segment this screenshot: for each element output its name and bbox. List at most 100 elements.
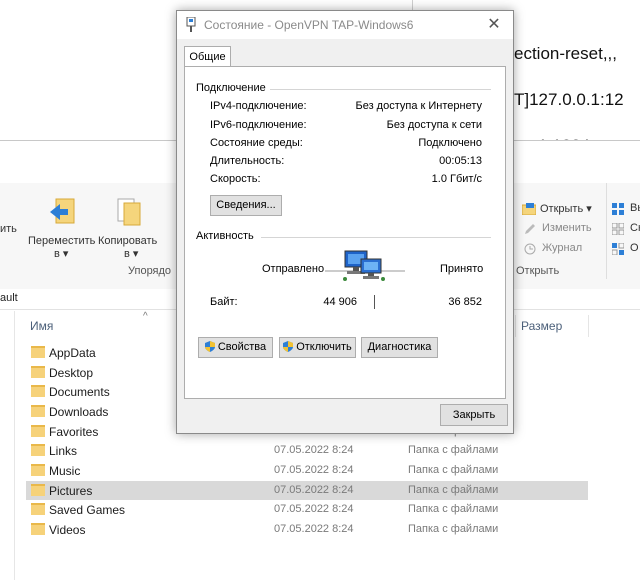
disconnect-button[interactable]: Отключить xyxy=(279,337,356,358)
file-name: Saved Games xyxy=(49,503,126,517)
folder-icon xyxy=(31,385,45,397)
select-none-button[interactable]: Сн xyxy=(612,221,640,237)
file-name: Videos xyxy=(49,523,86,537)
edit-label: Изменить xyxy=(542,222,592,234)
bytes-received-value: 36 852 xyxy=(448,296,482,308)
file-type: Папка с файлами xyxy=(408,484,499,496)
move-to-icon xyxy=(50,198,75,224)
file-name: AppData xyxy=(49,346,96,360)
activity-separator xyxy=(374,295,375,309)
open-button[interactable]: Открыть ▾ xyxy=(522,201,602,217)
background-text-line-2: T]127.0.0.1:12 xyxy=(514,90,624,109)
duration-value: 00:05:13 xyxy=(439,155,482,167)
move-to-sub: в ▾ xyxy=(54,248,69,260)
ipv4-value: Без доступа к Интернету xyxy=(355,100,482,112)
file-type: Папка с файлами xyxy=(408,464,499,476)
invert-selection-label: О xyxy=(630,242,639,254)
file-name: Music xyxy=(49,464,81,478)
sort-up-icon: ^ xyxy=(143,311,148,322)
speed-label: Скорость: xyxy=(210,173,261,185)
folder-icon xyxy=(31,366,45,378)
table-row-selected[interactable]: Pictures 07.05.2022 8:24 Папка с файлами xyxy=(26,481,588,500)
open-label: Открыть ▾ xyxy=(540,203,592,215)
invert-selection-icon xyxy=(612,243,624,255)
bytes-label: Байт: xyxy=(210,296,238,308)
file-name: Documents xyxy=(49,385,110,399)
table-row[interactable]: Music 07.05.2022 8:24 Папка с файлами xyxy=(26,461,588,480)
file-name: Downloads xyxy=(49,405,109,419)
file-date: 07.05.2022 8:24 xyxy=(274,444,354,456)
connection-status-dialog: Состояние - OpenVPN TAP-Windows6 ✕ Общие… xyxy=(176,10,514,434)
file-date: 07.05.2022 8:24 xyxy=(274,464,354,476)
dialog-titlebar[interactable]: Состояние - OpenVPN TAP-Windows6 ✕ xyxy=(177,11,513,39)
disconnect-label: Отключить xyxy=(296,341,352,353)
duration-label: Длительность: xyxy=(210,155,285,167)
table-row[interactable]: Links 07.05.2022 8:24 Папка с файлами xyxy=(26,441,588,460)
file-type: Папка с файлами xyxy=(408,503,499,515)
uac-shield-icon xyxy=(283,341,294,352)
connection-group-title: Подключение xyxy=(196,82,270,94)
column-header-name[interactable]: Имя xyxy=(30,319,53,333)
ipv6-label: IPv6-подключение: xyxy=(210,119,307,131)
copy-to-button[interactable]: Копировать в ▾ xyxy=(98,183,166,263)
file-name: Favorites xyxy=(49,425,99,439)
file-name: Pictures xyxy=(49,484,93,498)
bytes-sent-value: 44 906 xyxy=(323,296,357,308)
table-row[interactable]: Videos 07.05.2022 8:24 Папка с файлами xyxy=(26,520,588,539)
group-divider xyxy=(261,237,491,238)
folder-icon xyxy=(31,503,45,515)
tab-general[interactable]: Общие xyxy=(184,46,231,68)
table-row[interactable]: Saved Games 07.05.2022 8:24 Папка с файл… xyxy=(26,500,588,519)
network-adapter-icon xyxy=(186,17,196,32)
move-to-label: Переместить xyxy=(28,235,96,247)
select-none-label: Сн xyxy=(630,222,640,234)
edit-button[interactable]: Изменить xyxy=(522,221,602,237)
ribbon-group-open: Открыть xyxy=(516,265,560,277)
column-header-size[interactable]: Размер xyxy=(521,319,562,333)
properties-button[interactable]: Свойства xyxy=(198,337,273,358)
file-type: Папка с файлами xyxy=(408,523,499,535)
ribbon-group-organize: Упорядо xyxy=(128,265,172,277)
close-button[interactable]: Закрыть xyxy=(440,404,508,426)
move-to-button[interactable]: Переместить в ▾ xyxy=(28,183,96,263)
folder-icon xyxy=(31,405,45,417)
ribbon-divider xyxy=(606,183,607,279)
network-activity-icon xyxy=(325,250,405,281)
folder-icon xyxy=(31,425,45,437)
folder-icon xyxy=(31,346,45,358)
file-date: 07.05.2022 8:24 xyxy=(274,503,354,515)
select-none-icon xyxy=(612,223,624,235)
file-name: Links xyxy=(49,444,78,458)
copy-to-label: Копировать xyxy=(98,235,158,247)
media-state-value: Подключено xyxy=(418,137,482,149)
folder-icon xyxy=(31,484,45,496)
general-tab-panel: Подключение IPv4-подключение: Без доступ… xyxy=(184,66,506,399)
received-label: Принято xyxy=(440,263,484,275)
folder-icon xyxy=(31,464,45,476)
dialog-title: Состояние - OpenVPN TAP-Windows6 xyxy=(204,18,414,32)
folder-icon xyxy=(31,444,45,456)
copy-to-icon xyxy=(117,198,141,226)
column-divider xyxy=(515,315,516,337)
address-path: ault xyxy=(0,292,18,304)
copy-to-sub: в ▾ xyxy=(124,248,139,260)
select-all-label: Вы xyxy=(630,202,640,214)
close-icon[interactable]: ✕ xyxy=(483,14,505,36)
group-divider xyxy=(265,89,491,90)
history-button[interactable]: Журнал xyxy=(522,241,602,257)
ipv6-value: Без доступа к сети xyxy=(386,119,482,131)
activity-group-title: Активность xyxy=(196,230,258,242)
sent-label: Отправлено xyxy=(262,263,325,275)
file-date: 07.05.2022 8:24 xyxy=(274,523,354,535)
uac-shield-icon xyxy=(204,341,215,352)
file-name: Desktop xyxy=(49,366,94,380)
select-all-icon xyxy=(612,203,624,215)
open-icon xyxy=(522,203,536,215)
invert-selection-button[interactable]: О xyxy=(612,241,640,257)
diagnostics-button[interactable]: Диагностика xyxy=(361,337,438,358)
ipv4-label: IPv4-подключение: xyxy=(210,100,307,112)
select-all-button[interactable]: Вы xyxy=(612,201,640,217)
edit-icon xyxy=(525,224,535,234)
speed-value: 1.0 Гбит/с xyxy=(431,173,482,185)
details-button[interactable]: Сведения... xyxy=(210,195,282,216)
